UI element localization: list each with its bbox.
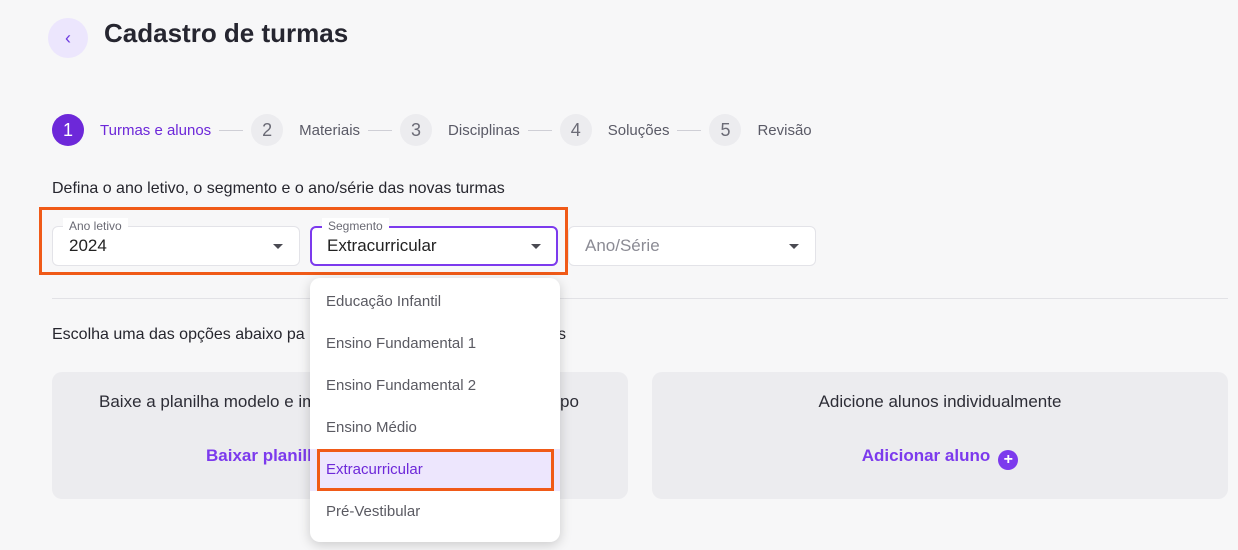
step-revisao[interactable]: 5 Revisão <box>709 114 812 146</box>
card-text-tail: po <box>560 392 579 411</box>
chevron-left-icon: ‹ <box>65 27 71 48</box>
step-label: Turmas e alunos <box>100 121 212 139</box>
step-number: 5 <box>709 114 742 146</box>
back-button[interactable]: ‹ <box>48 18 88 58</box>
step-connector <box>219 129 244 131</box>
option-pre-vestibular[interactable]: Pré-Vestibular <box>310 491 560 533</box>
card-text: Baixe a planilha modelo e im <box>99 392 317 411</box>
step-number: 1 <box>52 114 84 146</box>
download-spreadsheet-link[interactable]: Baixar planilh <box>206 446 317 466</box>
step-solucoes[interactable]: 4 Soluções <box>559 114 670 146</box>
form-instruction: Defina o ano letivo, o segmento e o ano/… <box>52 180 505 197</box>
step-number: 3 <box>400 114 433 146</box>
caret-down-icon <box>789 244 799 249</box>
ano-serie-select[interactable]: Ano/Série <box>568 226 816 266</box>
step-connector <box>527 129 552 131</box>
divider <box>52 298 1228 299</box>
step-label: Disciplinas <box>448 121 520 139</box>
stepper: 1 Turmas e alunos 2 Materiais 3 Discipli… <box>52 114 812 146</box>
step-number: 2 <box>251 114 284 146</box>
card-text: Adicione alunos individualmente <box>818 392 1062 411</box>
option-ensino-fundamental-1[interactable]: Ensino Fundamental 1 <box>310 323 560 365</box>
add-student-button[interactable]: Adicionar aluno + <box>652 446 1228 470</box>
step-label: Materiais <box>299 121 361 139</box>
add-student-label: Adicionar aluno <box>861 446 991 465</box>
highlight-box <box>317 449 554 491</box>
step-materiais[interactable]: 2 Materiais <box>251 114 360 146</box>
options-title: Escolha uma das opções abaixo pa <box>52 326 305 343</box>
step-turmas-e-alunos[interactable]: 1 Turmas e alunos <box>52 114 211 146</box>
step-disciplinas[interactable]: 3 Disciplinas <box>400 114 520 146</box>
step-number: 4 <box>559 114 592 146</box>
segmento-dropdown-menu: Educação Infantil Ensino Fundamental 1 E… <box>310 278 560 542</box>
step-connector <box>677 129 702 131</box>
highlight-box <box>39 207 568 275</box>
step-connector <box>368 129 393 131</box>
ano-serie-placeholder: Ano/Série <box>585 236 660 255</box>
option-ensino-medio[interactable]: Ensino Médio <box>310 407 560 449</box>
option-educacao-infantil[interactable]: Educação Infantil <box>310 281 560 323</box>
step-label: Soluções <box>607 121 670 139</box>
step-label: Revisão <box>757 121 812 139</box>
page-title: Cadastro de turmas <box>104 18 349 48</box>
add-student-card: Adicione alunos individualmente Adiciona… <box>652 372 1228 499</box>
plus-circle-icon: + <box>998 450 1019 470</box>
option-ensino-fundamental-2[interactable]: Ensino Fundamental 2 <box>310 365 560 407</box>
